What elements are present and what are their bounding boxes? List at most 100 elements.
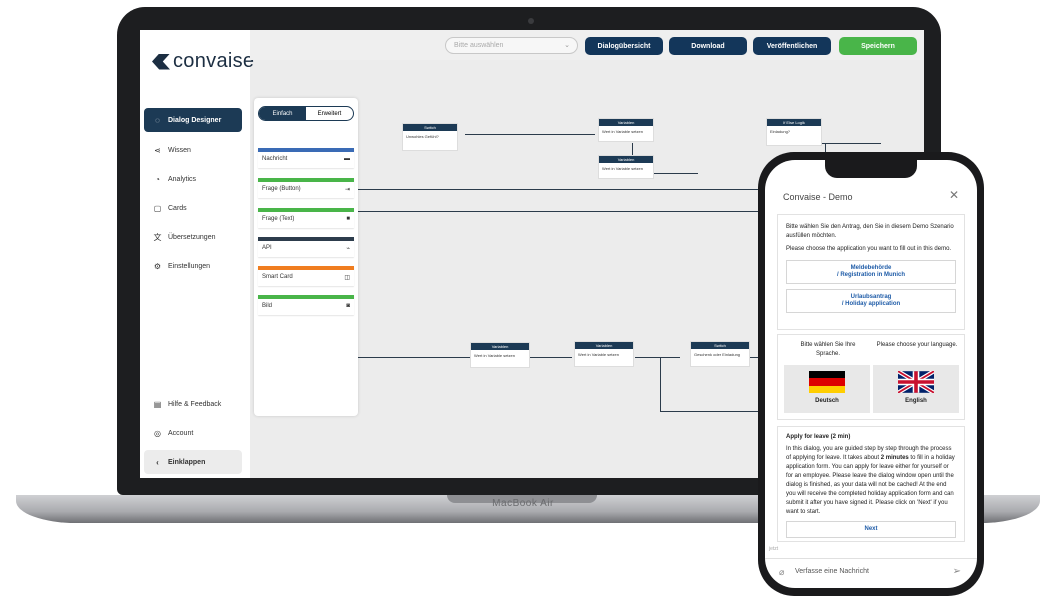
sidebar-item-label: Analytics	[168, 175, 197, 183]
sidebar-item-label: Cards	[168, 204, 187, 212]
message-icon: ▬	[344, 156, 350, 162]
palette-item-smart-card[interactable]: Smart Card ◫	[258, 266, 354, 286]
flow-node-switch[interactable]: Switch Unwohles Gefühl?	[402, 123, 458, 151]
node-body: Wert in Variable setzen	[578, 352, 619, 357]
sidebar-item-label: Einstellungen	[168, 262, 211, 270]
user-icon: ◎	[154, 428, 161, 438]
close-icon[interactable]: ✕	[949, 188, 959, 202]
uk-flag-icon	[898, 371, 934, 393]
message-placeholder: Verfasse eine Nachricht	[795, 568, 869, 575]
logo: convaise	[152, 50, 254, 73]
mode-toggle[interactable]: Einfach Erweitert	[258, 106, 354, 121]
attachment-icon[interactable]: ⌀	[779, 567, 784, 578]
lang-prompt-en: Please choose your language.	[876, 342, 958, 348]
sidebar-item-wissen[interactable]: ⋖ Wissen	[144, 138, 242, 162]
sidebar-item-cards[interactable]: ▢ Cards	[144, 196, 242, 220]
dialog-select[interactable]: Bitte auswählen ⌄	[445, 37, 578, 54]
download-button[interactable]: Download	[669, 37, 747, 55]
gear-icon: ⚙	[153, 261, 162, 271]
node-body: Geschenk oder Einladung	[694, 352, 741, 357]
flow-node-switch[interactable]: Switch Geschenk oder Einladung	[690, 341, 750, 367]
lang-prompt-de: Bitte wählen Sie Ihre Sprache.	[800, 342, 856, 357]
sidebar: convaise ◌ Dialog Designer ⋖ Wissen ◔ An…	[140, 30, 254, 478]
palette-item-label: Frage (Text)	[262, 216, 295, 222]
sidebar-item-uebersetzungen[interactable]: 文 Übersetzungen	[144, 225, 242, 249]
chevron-down-icon: ⌄	[564, 42, 570, 49]
send-icon[interactable]: ➢	[953, 566, 961, 577]
language-german-button[interactable]: Deutsch	[784, 365, 870, 413]
flow-node-variables[interactable]: Variablen Wert in Variable setzen	[470, 342, 530, 368]
card-icon: ▢	[153, 203, 162, 213]
message-timestamp: jetzt	[769, 546, 779, 552]
palette-item-image[interactable]: Bild ◙	[258, 295, 354, 315]
sidebar-item-einstellungen[interactable]: ⚙ Einstellungen	[144, 254, 242, 278]
option-label: Meldebehörde	[850, 265, 892, 271]
share-icon: ⋖	[154, 145, 161, 155]
translate-icon: 文	[153, 232, 162, 242]
api-icon: ⌁	[346, 246, 350, 252]
node-palette: Einfach Erweitert Nachricht ▬ Frage (But…	[254, 98, 358, 416]
option-holiday-button[interactable]: Urlaubsantrag / Holiday application	[786, 289, 956, 313]
help-icon: ▤	[153, 399, 162, 409]
dialog-overview-button[interactable]: Dialogübersicht	[585, 37, 663, 55]
message-input[interactable]: ⌀ Verfasse eine Nachricht ➢	[765, 558, 977, 588]
palette-item-label: Bild	[262, 303, 273, 309]
leave-title: Apply for leave (2 min)	[786, 434, 851, 440]
option-label: / Holiday application	[841, 301, 901, 307]
node-title: Variablen	[599, 119, 653, 126]
palette-item-question-text[interactable]: Frage (Text) ■	[258, 208, 354, 228]
german-flag-icon	[809, 371, 845, 393]
connector	[358, 357, 572, 358]
flow-node-variables[interactable]: Variablen Wert in Variable setzen	[574, 341, 634, 367]
sidebar-item-analytics[interactable]: ◔ Analytics	[144, 167, 242, 191]
connector	[660, 357, 661, 411]
leave-text: In this dialog, you are guided step by s…	[786, 446, 955, 515]
node-title: Variablen	[575, 342, 633, 349]
pie-chart-icon: ◔	[155, 174, 160, 184]
sidebar-collapse-button[interactable]: ‹ Einklappen	[144, 450, 242, 474]
node-title: If Else Logik	[767, 119, 821, 126]
logo-text: convaise	[173, 50, 255, 72]
camera-icon: ◙	[346, 303, 350, 309]
phone-screen: Convaise - Demo ✕ Bitte wählen Sie den A…	[765, 160, 977, 588]
option-label: / Registration in Munich	[836, 272, 905, 278]
flow-node-if-else[interactable]: If Else Logik Einladung?	[766, 118, 822, 146]
save-button[interactable]: Speichern	[839, 37, 917, 55]
palette-item-question-button[interactable]: Frage (Button) ⇥	[258, 178, 354, 198]
chevron-left-icon: ‹	[156, 457, 159, 467]
node-title: Switch	[403, 124, 457, 131]
lang-label: Deutsch	[815, 398, 839, 404]
palette-item-api[interactable]: API ⌁	[258, 237, 354, 257]
select-placeholder: Bitte auswählen	[454, 42, 504, 49]
chat-message-language: Bitte wählen Sie Ihre Sprache. Please ch…	[777, 334, 965, 420]
sidebar-item-label: Übersetzungen	[168, 233, 216, 241]
node-body: Unwohles Gefühl?	[406, 134, 439, 139]
palette-item-label: Smart Card	[262, 274, 293, 280]
button-icon: ⇥	[344, 187, 350, 193]
language-english-button[interactable]: English	[873, 365, 959, 413]
chat-message-leave: Apply for leave (2 min) In this dialog, …	[777, 426, 965, 542]
sidebar-item-account[interactable]: ◎ Account	[144, 421, 242, 445]
phone-notch	[825, 160, 917, 178]
palette-item-label: Nachricht	[262, 156, 288, 162]
toggle-advanced[interactable]: Erweitert	[306, 107, 353, 120]
sidebar-item-hilfe[interactable]: ▤ Hilfe & Feedback	[144, 392, 242, 416]
node-body: Wert in Variable setzen	[474, 353, 515, 358]
intro-text-en: Please choose the application you want t…	[786, 246, 952, 252]
logo-mark-icon	[152, 53, 170, 70]
node-body: Wert in Variable setzen	[602, 166, 643, 171]
intro-text-de: Bitte wählen Sie den Antrag, den Sie in …	[786, 224, 954, 239]
toggle-simple[interactable]: Einfach	[259, 107, 306, 120]
sidebar-item-label: Hilfe & Feedback	[168, 400, 222, 408]
sidebar-item-dialog-designer[interactable]: ◌ Dialog Designer	[144, 108, 242, 132]
connector	[635, 357, 680, 358]
node-body: Einladung?	[770, 129, 791, 134]
publish-button[interactable]: Veröffentlichen	[753, 37, 831, 55]
flow-node-variables[interactable]: Variablen Wert in Variable setzen	[598, 155, 654, 179]
palette-item-message[interactable]: Nachricht ▬	[258, 148, 354, 168]
sidebar-item-label: Wissen	[168, 146, 191, 154]
option-registration-button[interactable]: Meldebehörde / Registration in Munich	[786, 260, 956, 284]
next-button[interactable]: Next	[786, 521, 956, 538]
sidebar-item-label: Dialog Designer	[168, 116, 222, 124]
flow-node-variables[interactable]: Variablen Wert in Variable setzen	[598, 118, 654, 142]
